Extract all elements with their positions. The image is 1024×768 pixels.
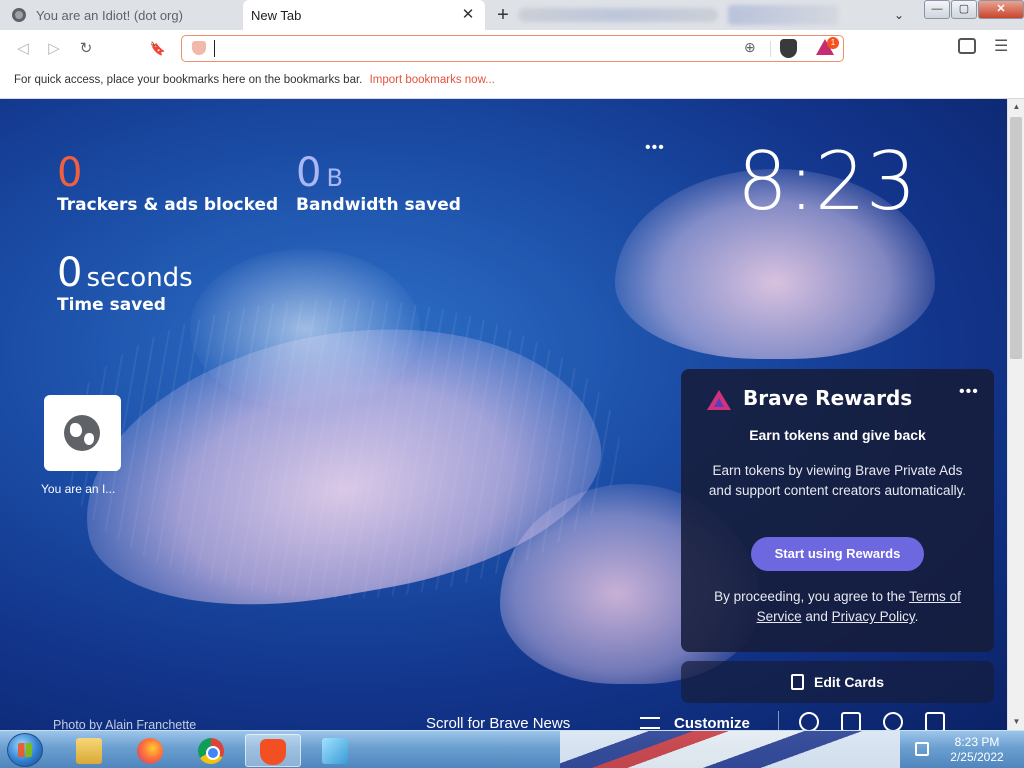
settings-icon[interactable]: [799, 712, 819, 730]
site-shield-icon[interactable]: [192, 41, 206, 55]
trackers-count: 0: [57, 150, 83, 196]
vertical-scrollbar[interactable]: ▲ ▼: [1007, 99, 1024, 730]
firefox-icon: [137, 738, 163, 764]
taskbar-explorer[interactable]: [62, 734, 118, 767]
taskbar-chrome[interactable]: [184, 734, 240, 767]
rewards-description: Earn tokens by viewing Brave Private Ads…: [708, 463, 967, 498]
tab-you-are-an-idiot[interactable]: You are an Idiot! (dot org): [0, 0, 243, 30]
time-saved-unit: seconds: [86, 263, 193, 293]
bookmarks-bar: For quick access, place your bookmarks h…: [0, 66, 1024, 99]
scrollbar-thumb[interactable]: [1010, 117, 1022, 359]
sliders-icon: [640, 717, 660, 729]
system-clock[interactable]: 8:23 PM 2/25/2022: [942, 735, 1012, 765]
brave-icon: [260, 739, 286, 765]
background-jellyfish: [190, 249, 420, 409]
photo-credit: Photo by Alain Franchette: [53, 718, 197, 730]
rewards-terms: By proceeding, you agree to the Terms of…: [701, 587, 974, 627]
tab-close-button[interactable]: ✕: [459, 6, 477, 24]
chrome-icon: [198, 738, 224, 764]
bookmark-icon[interactable]: 🔖: [147, 38, 169, 60]
taskbar-brave[interactable]: [245, 734, 301, 767]
top-site-tile[interactable]: [44, 395, 121, 471]
scroll-up-arrow-icon[interactable]: ▲: [1008, 99, 1024, 115]
divider: [770, 41, 771, 57]
maximize-button[interactable]: ▢: [951, 0, 977, 19]
blurred-tab: [728, 5, 838, 25]
tab-new-tab[interactable]: New Tab ✕: [243, 0, 485, 30]
edit-cards-label: Edit Cards: [813, 674, 884, 690]
trackers-stat: 0 Trackers & ads blocked: [57, 151, 278, 215]
terms-and: and: [805, 609, 828, 624]
divider: [778, 711, 779, 730]
clock: 8:23: [737, 135, 917, 228]
network-icon[interactable]: [915, 742, 929, 756]
folder-icon: [76, 738, 102, 764]
windows-taskbar: 8:23 PM 2/25/2022: [0, 730, 1024, 768]
privacy-policy-link[interactable]: Privacy Policy: [832, 609, 915, 624]
rewards-badge: 1: [827, 37, 839, 49]
customize-button[interactable]: Customize: [640, 715, 750, 730]
wallet-icon[interactable]: [958, 38, 976, 54]
bandwidth-value: 0: [296, 150, 322, 196]
tab-title: New Tab: [251, 7, 302, 23]
globe-icon: [64, 415, 100, 451]
taskbar-firefox[interactable]: [123, 734, 179, 767]
text-caret: [214, 40, 215, 57]
taskbar-background-art: [560, 731, 900, 768]
address-bar[interactable]: ⊕ 1: [181, 35, 844, 62]
time-saved-label: Time saved: [57, 295, 166, 315]
brave-shields-icon[interactable]: [780, 39, 797, 58]
customize-label: Customize: [674, 715, 750, 730]
history-icon[interactable]: [883, 712, 903, 730]
downloads-icon[interactable]: [925, 712, 945, 730]
bottom-toolbar: [778, 711, 967, 730]
import-bookmarks-link[interactable]: Import bookmarks now...: [370, 74, 495, 86]
scroll-down-arrow-icon[interactable]: ▼: [1008, 714, 1024, 730]
bandwidth-stat: 0 B Bandwidth saved: [296, 151, 461, 215]
scroll-for-news-link[interactable]: Scroll for Brave News: [426, 715, 570, 730]
notepad-icon: [322, 738, 348, 764]
rewards-heading: Earn tokens and give back: [749, 427, 926, 443]
address-input[interactable]: [218, 38, 718, 58]
edit-cards-icon: [790, 674, 804, 690]
brave-rewards-logo-icon: [707, 390, 731, 410]
trackers-label: Trackers & ads blocked: [57, 195, 279, 215]
rewards-title: Brave Rewards: [743, 386, 913, 410]
tab-title: You are an Idiot! (dot org): [36, 7, 183, 23]
blurred-tab: [518, 8, 718, 22]
browser-toolbar: ◁ ▷ ↻ 🔖 ⊕ 1 ☰: [0, 30, 1024, 66]
time-saved-value: 0: [57, 250, 83, 296]
forward-button[interactable]: ▷: [43, 38, 65, 60]
time-saved-stat: 0 seconds Time saved: [57, 251, 193, 315]
terms-suffix: .: [914, 609, 919, 624]
back-button[interactable]: ◁: [12, 38, 34, 60]
terms-prefix: By proceeding, you agree to the: [714, 589, 906, 604]
brave-rewards-card: Brave Rewards ••• Earn tokens and give b…: [681, 369, 994, 652]
tab-strip: You are an Idiot! (dot org) New Tab ✕ + …: [0, 0, 1024, 30]
top-site-label[interactable]: You are an I...: [41, 482, 115, 496]
minimize-button[interactable]: —: [924, 0, 950, 19]
zoom-icon[interactable]: ⊕: [744, 39, 756, 56]
clock-time: 8:23 PM: [954, 735, 1000, 749]
reload-button[interactable]: ↻: [75, 38, 97, 60]
menu-icon[interactable]: ☰: [994, 36, 1008, 56]
start-using-rewards-button[interactable]: Start using Rewards: [751, 537, 924, 571]
close-window-button[interactable]: ✕: [978, 0, 1024, 19]
bookmarks-icon[interactable]: [841, 712, 861, 730]
window-controls: — ▢ ✕: [924, 0, 1024, 19]
clock-date: 2/25/2022: [950, 750, 1004, 764]
taskbar-notepad[interactable]: [308, 734, 364, 767]
new-tab-page: 0 Trackers & ads blocked 0 B Bandwidth s…: [0, 99, 1007, 730]
rewards-options-button[interactable]: •••: [959, 383, 979, 401]
globe-icon: [12, 8, 26, 22]
edit-cards-button[interactable]: Edit Cards: [681, 661, 994, 703]
tab-search-button[interactable]: ⌄: [888, 4, 910, 26]
bookmarks-hint: For quick access, place your bookmarks h…: [14, 74, 363, 86]
bandwidth-label: Bandwidth saved: [296, 195, 461, 215]
bandwidth-unit: B: [326, 164, 344, 192]
clock-options-button[interactable]: •••: [645, 139, 665, 157]
new-tab-button[interactable]: +: [492, 4, 514, 26]
start-button[interactable]: [7, 733, 43, 767]
